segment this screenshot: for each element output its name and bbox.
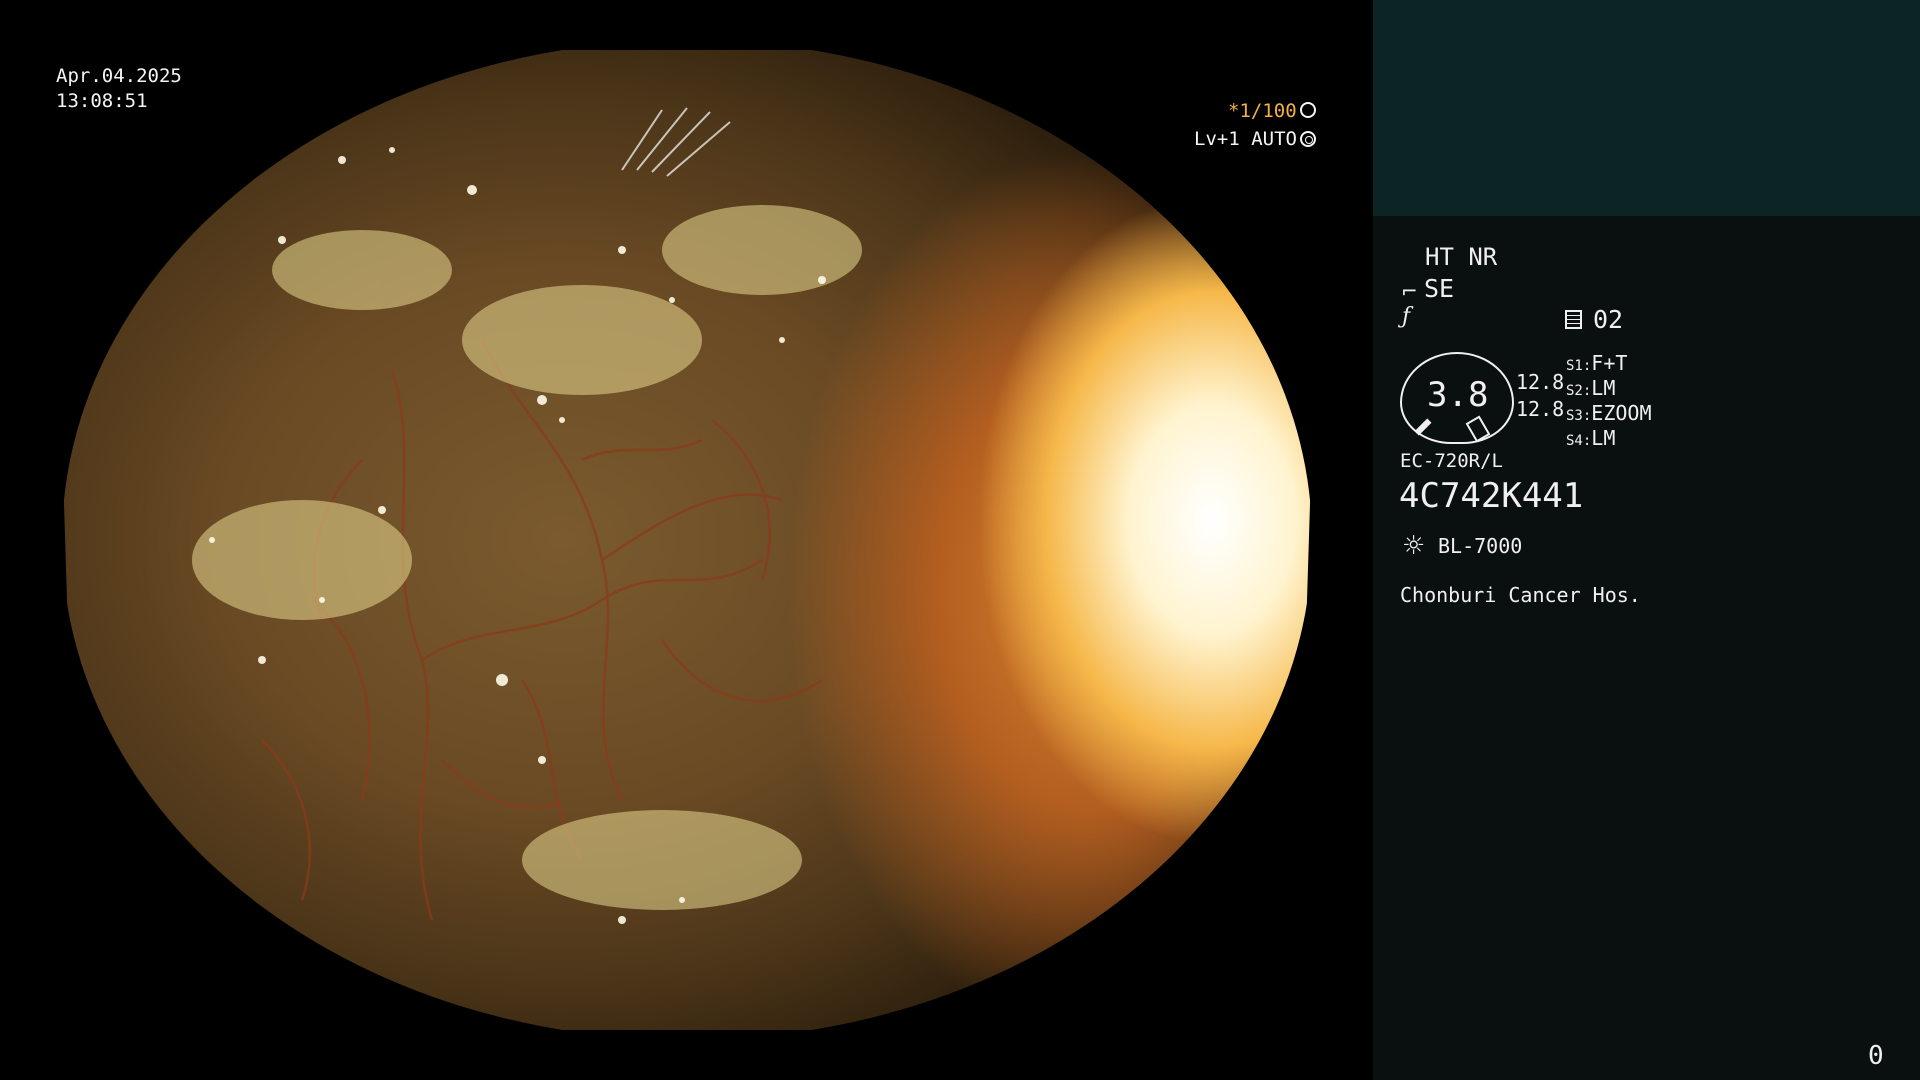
gauge-reading-2: 12.8 [1516, 397, 1565, 421]
switch-function: LM [1591, 426, 1616, 450]
vessel-pattern [192, 107, 862, 924]
switch-key: S3 [1566, 408, 1583, 424]
scope-switch-s4: S4:LM [1566, 426, 1615, 450]
gauge-reading-1: 12.8 [1516, 370, 1565, 394]
endoscopic-view [62, 50, 1312, 1030]
exam-date: Apr.04.2025 [56, 65, 182, 87]
structure-enhancement-label: SE [1424, 274, 1455, 303]
light-source: BL-7000 [1438, 534, 1523, 558]
shutter-speed: *1/100 [1228, 100, 1297, 122]
brightness-level: Lv+1 AUTO [1194, 128, 1297, 150]
scope-hook-icon: ⌐ [1401, 279, 1418, 303]
scope-model: EC-720R/L [1400, 450, 1503, 472]
switch-function: EZOOM [1591, 401, 1652, 425]
preset-number: 02 [1593, 305, 1624, 334]
image-enhancement-modes: HT NR [1425, 243, 1498, 271]
hospital-name: Chonburi Cancer Hos. [1400, 583, 1641, 607]
switch-key: S4 [1566, 433, 1583, 449]
image-counter: 0 [1868, 1041, 1884, 1071]
exam-time: 13:08:51 [56, 90, 148, 112]
scope-serial: 4C742K441 [1399, 476, 1584, 516]
f-slash-icon: ƒ [1402, 304, 1411, 329]
switch-function: F+T [1591, 351, 1628, 375]
switch-key: S2 [1566, 383, 1583, 399]
iris-icon [1300, 131, 1316, 147]
endoscope-image-area: Apr.04.2025 13:08:51 *1/100 Lv+1 AUTO [0, 0, 1373, 1080]
gauge-left-marker [1414, 418, 1432, 436]
switch-function: LM [1591, 376, 1616, 400]
scope-switch-s3: S3:EZOOM [1566, 401, 1652, 425]
scope-switch-s2: S2:LM [1566, 376, 1615, 400]
scope-switch-s1: S1:F+T [1566, 351, 1627, 375]
gauge-value: 3.8 [1427, 375, 1489, 415]
info-panel-header-area [1373, 0, 1920, 216]
memory-icon [1565, 310, 1582, 329]
switch-key: S1 [1566, 358, 1583, 374]
sun-icon: ☼ [1402, 531, 1426, 561]
aperture-icon [1300, 102, 1316, 118]
gauge-right-marker [1465, 415, 1491, 443]
